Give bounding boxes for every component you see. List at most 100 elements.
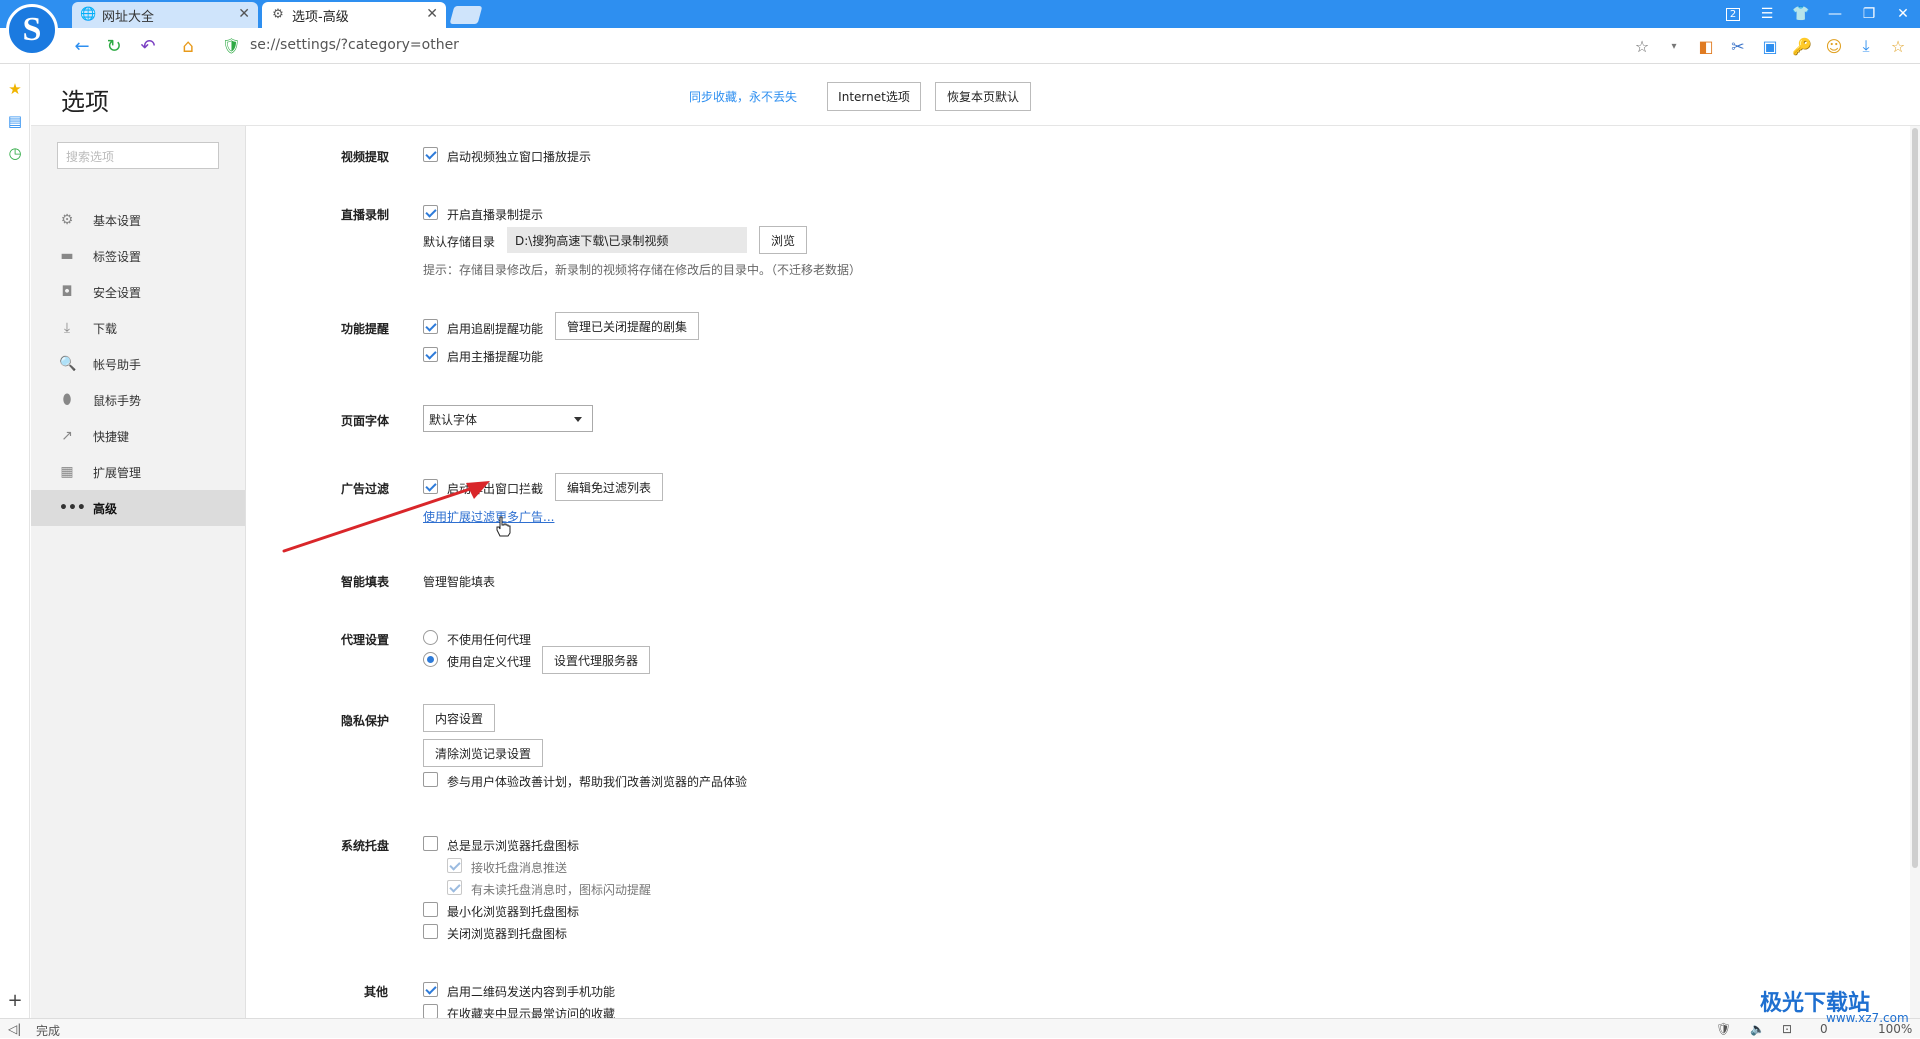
restore-icon[interactable]: ❐ (1852, 0, 1886, 28)
download-icon[interactable]: ⤓ (1852, 34, 1880, 58)
font-select[interactable]: 默认字体 (423, 405, 593, 432)
video-popup-checkbox[interactable] (423, 147, 438, 162)
storage-dir-field[interactable]: D:\搜狗高速下载\已录制视频 (507, 227, 747, 253)
scrollbar-thumb[interactable] (1912, 128, 1918, 868)
frequent-favorites-checkbox[interactable] (423, 1004, 438, 1018)
star-icon[interactable]: ☆ (1628, 34, 1656, 58)
reader-icon[interactable]: ▤ (6, 112, 24, 130)
sidebar-item-advanced[interactable]: ••• 高级 (31, 490, 245, 526)
tray-push-checkbox[interactable] (447, 858, 462, 873)
tab-label: 网址大全 (102, 9, 155, 25)
search-input[interactable]: 搜索选项 (57, 142, 219, 169)
back-icon[interactable]: ← (70, 34, 94, 58)
content-settings-button[interactable]: 内容设置 (423, 704, 495, 732)
menu-icon[interactable]: ☰ (1750, 0, 1784, 28)
scissors-icon[interactable]: ✂ (1724, 34, 1752, 58)
history-icon[interactable]: ◷ (6, 144, 24, 162)
font-select-value: 默认字体 (429, 413, 478, 427)
custom-proxy-radio[interactable] (423, 652, 438, 667)
mouse-icon: ⬮ (62, 392, 72, 408)
browse-button[interactable]: 浏览 (759, 226, 807, 254)
live-record-checkbox[interactable] (423, 205, 438, 220)
sidebar-item-extensions[interactable]: ▦ 扩展管理 (31, 454, 245, 490)
sidebar-item-basic[interactable]: ⚙ 基本设置 (31, 202, 245, 238)
skin-icon[interactable]: 👕 (1784, 0, 1818, 28)
add-icon[interactable]: + (6, 992, 24, 1010)
window-count-badge[interactable]: 2 (1716, 0, 1750, 28)
close-to-tray-checkbox[interactable] (423, 924, 438, 939)
manage-closed-reminders-button[interactable]: 管理已关闭提醒的剧集 (555, 312, 699, 340)
tab-settings-advanced[interactable]: ⚙ 选项-高级 ✕ (262, 2, 446, 28)
host-reminder-checkbox[interactable] (423, 347, 438, 362)
content-scrollbar[interactable] (1910, 126, 1920, 1018)
frequent-favorites-label: 在收藏夹中显示最常访问的收藏 (447, 1007, 616, 1018)
new-tab-button[interactable] (449, 6, 483, 24)
section-label-privacy: 隐私保护 (341, 714, 390, 728)
shield-icon: ◘ (61, 284, 73, 300)
section-label-adblock: 广告过滤 (341, 482, 390, 496)
ux-program-checkbox[interactable] (423, 772, 438, 787)
section-label-autofill: 智能填表 (341, 575, 390, 589)
close-icon[interactable]: ✕ (238, 6, 250, 22)
sidebar-item-label: 下载 (93, 321, 118, 336)
browser-logo[interactable]: S (6, 4, 58, 56)
close-to-tray-label: 关闭浏览器到托盘图标 (447, 927, 568, 941)
close-icon[interactable]: ✕ (426, 6, 438, 22)
undo-icon[interactable]: ↶ (136, 34, 160, 58)
tray-push-label: 接收托盘消息推送 (471, 861, 568, 875)
briefcase-icon[interactable]: ⊡ (1782, 1022, 1792, 1036)
grid-icon: ▦ (60, 464, 74, 480)
home-icon[interactable]: ⌂ (176, 34, 200, 58)
sync-link[interactable]: 同步收藏，永不丢失 (689, 88, 797, 105)
minimize-icon[interactable]: — (1818, 0, 1852, 28)
show-tray-icon-checkbox[interactable] (423, 836, 438, 851)
sidebar-item-account[interactable]: 🔍 帐号助手 (31, 346, 245, 382)
key-icon[interactable]: 🔑 (1788, 34, 1816, 58)
storage-dir-label: 默认存储目录 (423, 235, 496, 249)
address-bar: ← ↻ ↶ ⌂ 🛡 se://settings/?category=other … (0, 28, 1920, 64)
sidebar-toggle-icon[interactable]: ◧ (1692, 34, 1720, 58)
no-proxy-radio[interactable] (423, 630, 438, 645)
sidebar-item-mouse-gesture[interactable]: ⬮ 鼠标手势 (31, 382, 245, 418)
extension-filter-link[interactable]: 使用扩展过滤更多广告... (423, 508, 554, 525)
section-label-font: 页面字体 (341, 414, 390, 428)
sidebar-item-label: 安全设置 (93, 285, 142, 300)
favorites-star-icon[interactable]: ★ (6, 80, 24, 98)
speaker-icon[interactable]: 🔈 (1750, 1022, 1765, 1036)
sidebar-item-security[interactable]: ◘ 安全设置 (31, 274, 245, 310)
tab-nav-sites[interactable]: 🌐 网址大全 ✕ (72, 2, 258, 28)
refresh-icon[interactable]: ↻ (102, 34, 126, 58)
sidebar-item-label: 鼠标手势 (93, 393, 142, 408)
drama-reminder-checkbox[interactable] (423, 319, 438, 334)
tab-icon: ▬ (60, 248, 74, 264)
security-status-icon[interactable]: 🛡 (1716, 1022, 1731, 1036)
clear-history-settings-button[interactable]: 清除浏览记录设置 (423, 739, 543, 767)
close-window-icon[interactable]: ✕ (1886, 0, 1920, 28)
url-field[interactable]: se://settings/?category=other (250, 37, 459, 53)
chevron-down-icon[interactable]: ▾ (1660, 34, 1688, 58)
internet-options-button[interactable]: Internet选项 (827, 82, 921, 111)
sidebar-collapse-icon[interactable]: ◁| (8, 1022, 21, 1036)
sidebar-item-shortcuts[interactable]: ↗ 快捷键 (31, 418, 245, 454)
minimize-to-tray-label: 最小化浏览器到托盘图标 (447, 905, 580, 919)
edit-whitelist-button[interactable]: 编辑免过滤列表 (555, 473, 663, 501)
qrcode-send-checkbox[interactable] (423, 982, 438, 997)
sidebar-item-label: 帐号助手 (93, 357, 142, 372)
manage-autofill-link[interactable]: 管理智能填表 (423, 573, 495, 590)
shield-icon: 🛡 (222, 37, 242, 55)
sidebar-item-label: 基本设置 (93, 213, 142, 228)
tray-flash-checkbox[interactable] (447, 880, 462, 895)
sidebar-item-download[interactable]: ⤓ 下载 (31, 310, 245, 346)
shortcut-icon: ↗ (61, 428, 73, 444)
key-icon: 🔍 (59, 356, 77, 372)
translate-icon[interactable]: ▣ (1756, 34, 1784, 58)
emoji-icon[interactable]: ☺ (1820, 34, 1848, 58)
popup-block-checkbox[interactable] (423, 479, 438, 494)
minimize-to-tray-checkbox[interactable] (423, 902, 438, 917)
favorites-icon[interactable]: ☆ (1884, 34, 1912, 58)
sidebar-item-tabs[interactable]: ▬ 标签设置 (31, 238, 245, 274)
storage-hint: 提示：存储目录修改后，新录制的视频将存储在修改后的目录中。（不迁移老数据） (423, 263, 862, 277)
proxy-server-button[interactable]: 设置代理服务器 (542, 646, 650, 674)
side-strip: ★ ▤ ◷ + (0, 64, 30, 1018)
restore-defaults-button[interactable]: 恢复本页默认 (935, 82, 1031, 111)
